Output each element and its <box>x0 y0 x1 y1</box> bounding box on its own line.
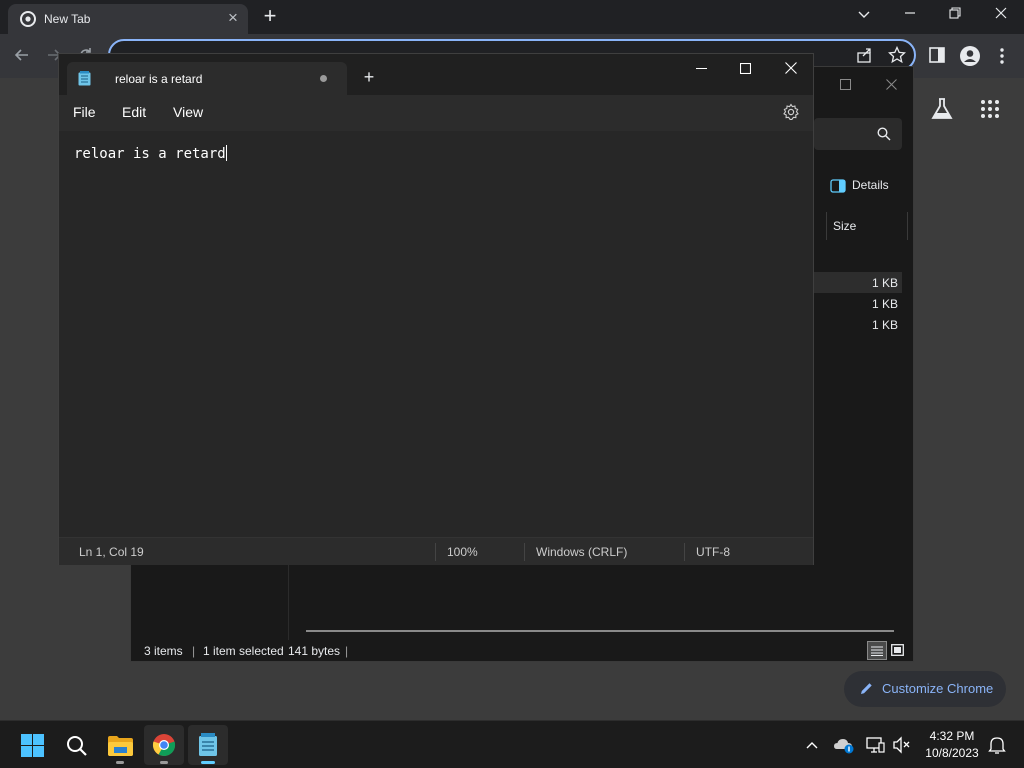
notification-bell-icon[interactable] <box>988 735 1006 755</box>
notepad-minimize-button[interactable] <box>690 59 712 79</box>
item-count: 3 items <box>144 644 183 658</box>
onedrive-icon[interactable] <box>834 736 856 754</box>
unsaved-changes-dot <box>320 75 327 82</box>
size-column-header-label: Size <box>833 219 857 233</box>
notepad-text-line: reloar is a retard <box>74 145 227 162</box>
chrome-minimize-button[interactable] <box>898 4 922 24</box>
status-divider <box>435 543 436 561</box>
status-divider <box>524 543 525 561</box>
pencil-icon <box>861 683 872 694</box>
chrome-close-button[interactable] <box>989 4 1013 24</box>
status-separator: | <box>345 644 349 658</box>
line-ending[interactable]: Windows (CRLF) <box>536 545 627 559</box>
clock-time[interactable]: 4:32 PM <box>912 729 992 743</box>
details-pane-button[interactable]: Details <box>826 172 906 200</box>
encoding[interactable]: UTF-8 <box>696 545 730 559</box>
side-panel-icon[interactable] <box>928 46 948 66</box>
file-size-cell: 1 KB <box>871 276 898 290</box>
explorer-maximize-button[interactable] <box>835 75 855 95</box>
menu-edit[interactable]: Edit <box>122 104 146 120</box>
selection-size: 141 bytes <box>288 644 341 658</box>
taskbar-chrome[interactable] <box>144 725 184 765</box>
explorer-status-bar: 3 items | 1 item selected 141 bytes | <box>131 640 913 661</box>
explorer-search-box[interactable] <box>814 118 902 150</box>
volume-muted-icon[interactable] <box>892 735 912 755</box>
taskbar-file-explorer[interactable] <box>100 725 140 765</box>
large-icons-view-icon <box>891 644 904 656</box>
taskbar: 4:32 PM 10/8/2023 <box>0 720 1024 768</box>
file-size-cell: 1 KB <box>871 297 898 311</box>
explorer-close-button[interactable] <box>881 75 901 95</box>
search-icon <box>877 127 891 141</box>
search-icon <box>67 736 87 756</box>
chrome-icon <box>20 11 36 27</box>
active-indicator <box>201 761 215 764</box>
network-display-icon[interactable] <box>866 735 886 755</box>
notepad-new-tab-button[interactable]: + <box>358 67 380 87</box>
notepad-status-bar: Ln 1, Col 19 100% Windows (CRLF) UTF-8 <box>59 537 813 565</box>
notepad-close-button[interactable] <box>780 59 802 79</box>
menu-view[interactable]: View <box>173 104 203 120</box>
notepad-menu-bar: File Edit View <box>59 95 813 131</box>
tiles-view-button[interactable] <box>889 642 907 660</box>
file-explorer-icon <box>108 736 133 756</box>
details-label: Details <box>852 178 889 192</box>
clock-date[interactable]: 10/8/2023 <box>912 746 992 760</box>
profile-avatar-icon[interactable] <box>959 45 981 67</box>
status-divider <box>684 543 685 561</box>
notepad-icon <box>199 733 217 756</box>
list-view-icon <box>871 646 883 656</box>
running-indicator <box>116 761 124 764</box>
chrome-icon <box>152 734 176 757</box>
details-pane-icon <box>830 179 846 193</box>
details-view-button[interactable] <box>867 641 887 660</box>
size-column-header[interactable]: Size <box>826 212 908 240</box>
horizontal-scrollbar[interactable] <box>306 630 894 632</box>
start-button[interactable] <box>12 725 52 765</box>
cursor-position: Ln 1, Col 19 <box>79 545 144 559</box>
taskbar-search-button[interactable] <box>56 725 96 765</box>
notepad-window: reloar is a retard + File Edit View relo… <box>58 53 814 565</box>
notepad-title-bar[interactable]: reloar is a retard + <box>59 54 813 95</box>
back-arrow-icon[interactable] <box>12 45 32 65</box>
close-tab-icon[interactable]: × <box>224 9 242 27</box>
chrome-menu-icon[interactable] <box>996 46 1008 66</box>
running-indicator <box>160 761 168 764</box>
selection-count: 1 item selected <box>203 644 284 658</box>
chrome-tab-new-tab[interactable]: New Tab × <box>8 4 248 34</box>
tab-search-chevron-icon[interactable] <box>852 4 876 24</box>
chrome-tab-title: New Tab <box>44 12 91 26</box>
share-icon[interactable] <box>856 46 876 66</box>
labs-flask-icon[interactable] <box>930 97 954 121</box>
settings-gear-icon[interactable] <box>782 103 800 121</box>
notepad-maximize-button[interactable] <box>734 59 756 79</box>
bookmark-star-icon[interactable] <box>887 45 908 66</box>
customize-chrome-button[interactable]: Customize Chrome <box>844 671 1006 707</box>
nav-pane-divider[interactable] <box>288 565 289 640</box>
google-apps-grid-icon[interactable] <box>980 99 1000 119</box>
file-size-cell: 1 KB <box>871 318 898 332</box>
text-caret <box>225 145 227 161</box>
zoom-level[interactable]: 100% <box>447 545 478 559</box>
chrome-restore-button[interactable] <box>943 4 967 24</box>
start-icon <box>21 734 44 757</box>
notepad-content: reloar is a retard <box>74 146 226 162</box>
notepad-icon <box>78 71 91 86</box>
notepad-tab-title: reloar is a retard <box>115 72 203 86</box>
new-tab-button[interactable]: + <box>258 5 282 27</box>
taskbar-notepad[interactable] <box>188 725 228 765</box>
notepad-tab[interactable]: reloar is a retard <box>67 62 347 95</box>
show-hidden-icons-chevron-icon[interactable] <box>804 737 820 753</box>
notepad-text-area[interactable]: reloar is a retard <box>59 131 813 537</box>
customize-chrome-label: Customize Chrome <box>882 681 994 696</box>
menu-file[interactable]: File <box>73 104 96 120</box>
status-separator: | <box>192 644 196 658</box>
